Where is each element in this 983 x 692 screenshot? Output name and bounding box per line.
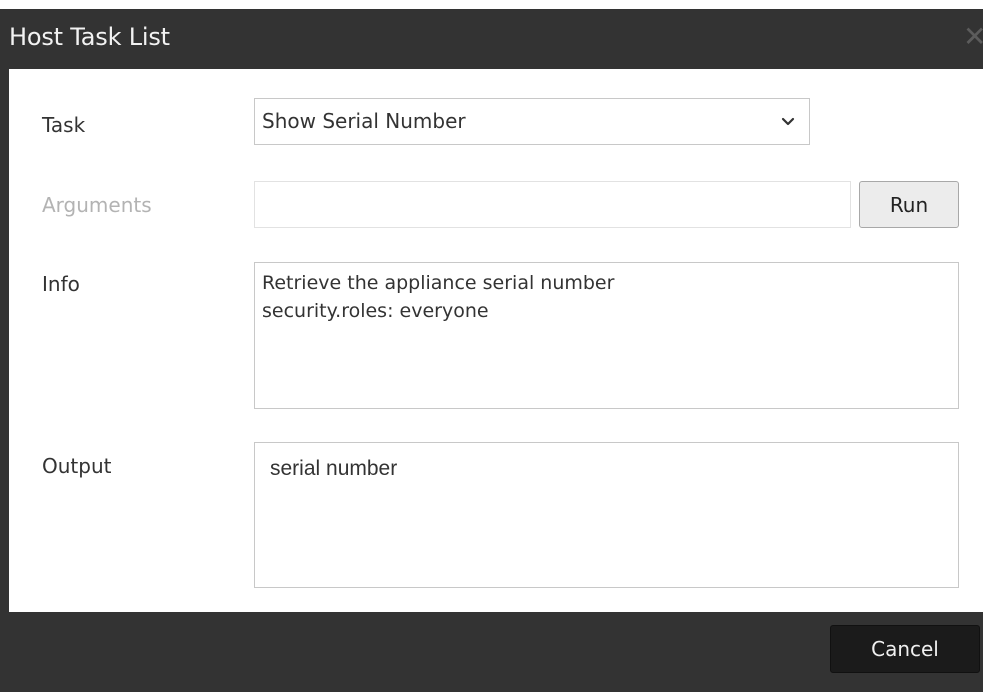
output-textarea[interactable]: serial number — [254, 442, 959, 588]
task-select-value: Show Serial Number — [262, 109, 466, 133]
info-label: Info — [42, 272, 80, 296]
info-line: Retrieve the appliance serial number — [262, 272, 615, 294]
chevron-down-icon — [781, 117, 795, 126]
background-page-strip — [0, 0, 983, 9]
task-select[interactable]: Show Serial Number — [254, 98, 810, 145]
dialog-title: Host Task List — [9, 23, 170, 51]
output-label: Output — [42, 454, 112, 478]
host-task-list-dialog: Host Task List ✕ Task Show Serial Number… — [0, 9, 983, 692]
arguments-input[interactable] — [254, 181, 851, 228]
cancel-button[interactable]: Cancel — [830, 625, 980, 673]
output-value: serial number — [270, 457, 398, 480]
info-textarea[interactable]: Retrieve the appliance serial number sec… — [254, 262, 959, 409]
run-button[interactable]: Run — [859, 181, 959, 228]
close-icon[interactable]: ✕ — [963, 17, 983, 57]
dialog-titlebar: Host Task List ✕ — [0, 9, 983, 69]
page: Host Task List ✕ Task Show Serial Number… — [0, 0, 983, 692]
arguments-label: Arguments — [42, 193, 152, 217]
info-line: security.roles: everyone — [262, 300, 489, 322]
task-label: Task — [42, 113, 86, 137]
